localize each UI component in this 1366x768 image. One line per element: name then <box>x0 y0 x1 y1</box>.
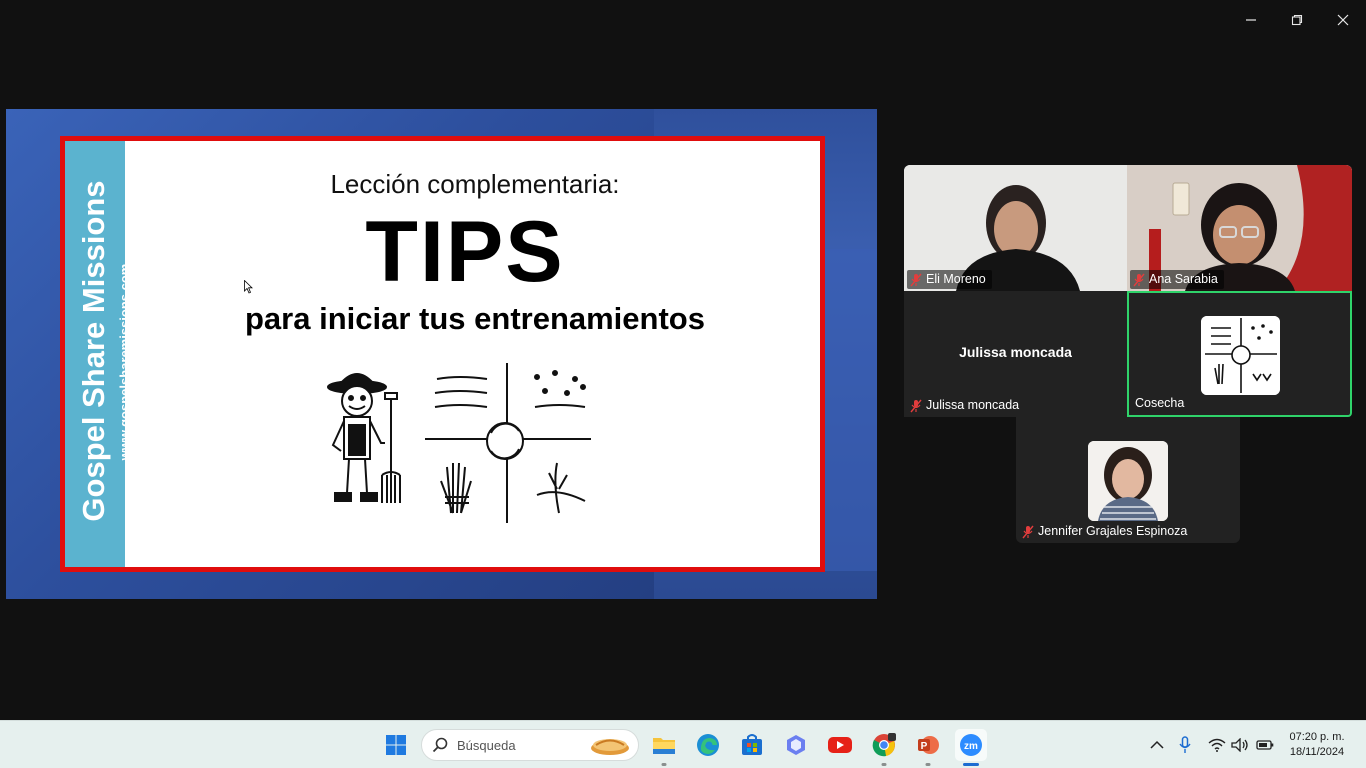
presentation-slide: Gospel Share Missions www.gospelsharemis… <box>60 136 825 572</box>
participant-name: Julissa moncada <box>926 398 1020 412</box>
wifi-icon <box>1208 738 1226 752</box>
battery-button[interactable] <box>1255 735 1275 755</box>
chevron-up-icon <box>1150 740 1164 749</box>
avatar <box>1088 441 1168 521</box>
folder-icon <box>653 738 675 754</box>
participant-tile-cosecha[interactable]: Cosecha <box>1127 291 1352 417</box>
taskbar-copilot[interactable] <box>780 729 812 761</box>
running-indicator <box>661 763 667 766</box>
participant-name: Eli Moreno <box>926 272 986 286</box>
shared-screen[interactable]: Gospel Share Missions www.gospelsharemis… <box>6 109 877 599</box>
participant-tile-julissa-moncada[interactable]: Julissa moncada Julissa moncada <box>904 291 1127 417</box>
muted-mic-icon <box>910 273 922 286</box>
profile-photo <box>1088 441 1168 521</box>
slide-brand: Gospel Share Missions <box>76 180 111 522</box>
participant-name: Cosecha <box>1135 396 1185 410</box>
youtube-icon <box>828 737 852 753</box>
mouse-cursor-icon <box>244 280 253 294</box>
close-icon <box>1337 14 1349 26</box>
muted-mic-icon <box>1022 525 1034 538</box>
participant-name-chip: Julissa moncada <box>907 396 1025 415</box>
participant-display-name: Julissa moncada <box>959 344 1072 360</box>
minimize-button[interactable] <box>1228 0 1274 40</box>
edge-browser-icon <box>697 734 719 756</box>
harvest-cycle-icon <box>425 363 591 523</box>
participant-name-chip: Jennifer Grajales Espinoza <box>1019 522 1193 541</box>
svg-text:P: P <box>921 741 928 752</box>
taskbar-file-explorer[interactable] <box>648 729 680 766</box>
copilot-icon <box>787 735 805 755</box>
harvest-cycle-avatar-icon <box>1201 316 1280 395</box>
avatar <box>1201 316 1280 395</box>
participant-tile-eli-moreno[interactable]: Eli Moreno <box>904 165 1127 291</box>
running-indicator <box>925 763 931 766</box>
taskbar-clock[interactable]: 07:20 p. m. 18/11/2024 <box>1282 730 1352 760</box>
farmer-icon <box>327 373 401 503</box>
window-controls <box>1228 0 1366 40</box>
participant-tile-ana-sarabia[interactable]: Ana Sarabia <box>1127 165 1352 291</box>
windows-taskbar: Búsqueda P zm 07:20 p. m. 18/11/2024 <box>0 720 1366 768</box>
microphone-icon <box>1179 736 1191 753</box>
powerpoint-icon: P <box>918 736 939 754</box>
clock-time: 07:20 p. m. <box>1289 731 1345 743</box>
participant-name: Ana Sarabia <box>1149 272 1218 286</box>
participant-name-chip: Eli Moreno <box>907 270 992 289</box>
microphone-tray-button[interactable] <box>1175 735 1195 755</box>
speaker-icon <box>1231 738 1248 752</box>
participant-name: Jennifer Grajales Espinoza <box>1038 524 1188 538</box>
chrome-icon <box>872 733 896 757</box>
start-button[interactable] <box>380 729 412 761</box>
battery-icon <box>1256 740 1274 750</box>
participant-name-chip: Cosecha <box>1132 394 1190 413</box>
taskbar-youtube[interactable] <box>824 729 856 761</box>
zoom-icon: zm <box>960 734 982 756</box>
taskbar-store[interactable] <box>736 729 768 761</box>
taskbar-powerpoint[interactable]: P <box>912 729 944 766</box>
farmer-illustration <box>327 363 591 523</box>
minimize-icon <box>1246 19 1256 21</box>
slide-title: TIPS <box>365 204 565 300</box>
taskbar-search[interactable]: Búsqueda <box>421 729 639 761</box>
taskbar-zoom[interactable]: zm <box>955 729 987 766</box>
zoom-meeting-window: Gospel Share Missions www.gospelsharemis… <box>0 0 1366 768</box>
search-icon <box>432 737 448 753</box>
show-hidden-icons-button[interactable] <box>1147 735 1167 755</box>
participant-tile-jennifer-grajales-espinoza[interactable]: Jennifer Grajales Espinoza <box>1016 417 1240 543</box>
running-indicator <box>881 763 887 766</box>
network-button[interactable] <box>1207 735 1227 755</box>
muted-mic-icon <box>910 399 922 412</box>
slide-sidebar: Gospel Share Missions www.gospelsharemis… <box>65 141 132 567</box>
clock-date: 18/11/2024 <box>1289 746 1345 758</box>
search-highlight-pie-icon <box>591 739 629 755</box>
search-placeholder: Búsqueda <box>457 737 516 753</box>
svg-text:zm: zm <box>964 741 978 752</box>
windows-logo-icon <box>386 735 406 755</box>
muted-mic-icon <box>1133 273 1145 286</box>
participant-name-chip: Ana Sarabia <box>1130 270 1224 289</box>
volume-button[interactable] <box>1230 735 1250 755</box>
restore-icon <box>1291 14 1303 26</box>
slide-tagline: para iniciar tus entrenamientos <box>245 301 705 336</box>
close-button[interactable] <box>1320 0 1366 40</box>
taskbar-edge[interactable] <box>692 729 724 761</box>
restore-button[interactable] <box>1274 0 1320 40</box>
active-indicator <box>963 763 979 766</box>
taskbar-chrome[interactable] <box>868 729 900 766</box>
slide-subtitle: Lección complementaria: <box>330 169 620 199</box>
store-icon <box>742 734 762 755</box>
